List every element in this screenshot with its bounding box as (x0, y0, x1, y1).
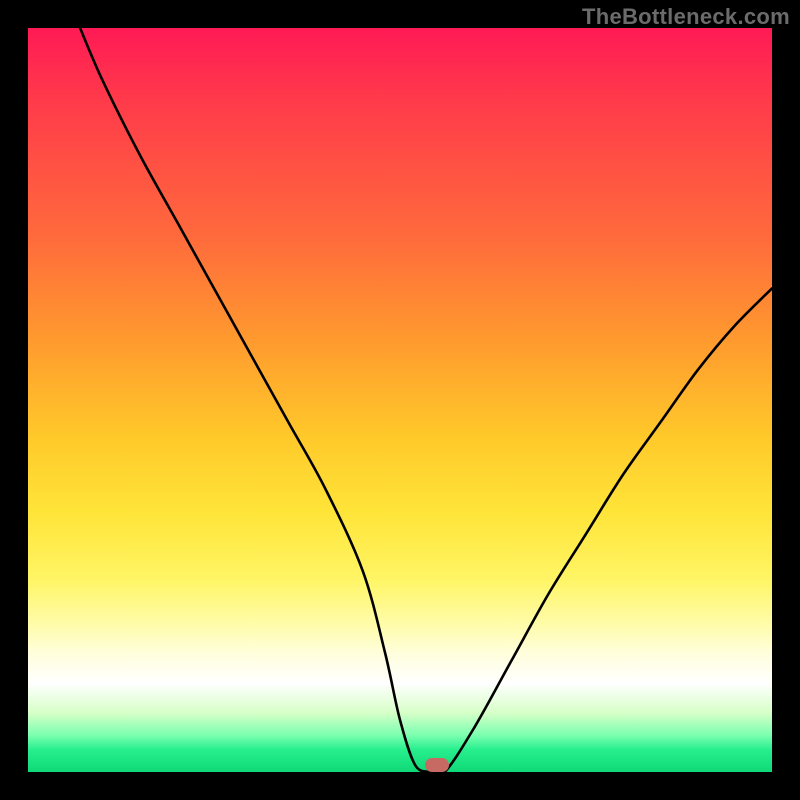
watermark-text: TheBottleneck.com (582, 4, 790, 30)
optimum-marker (425, 758, 449, 772)
chart-frame: TheBottleneck.com (0, 0, 800, 800)
curve-layer (28, 28, 772, 772)
plot-area (28, 28, 772, 772)
bottleneck-curve (80, 28, 772, 772)
